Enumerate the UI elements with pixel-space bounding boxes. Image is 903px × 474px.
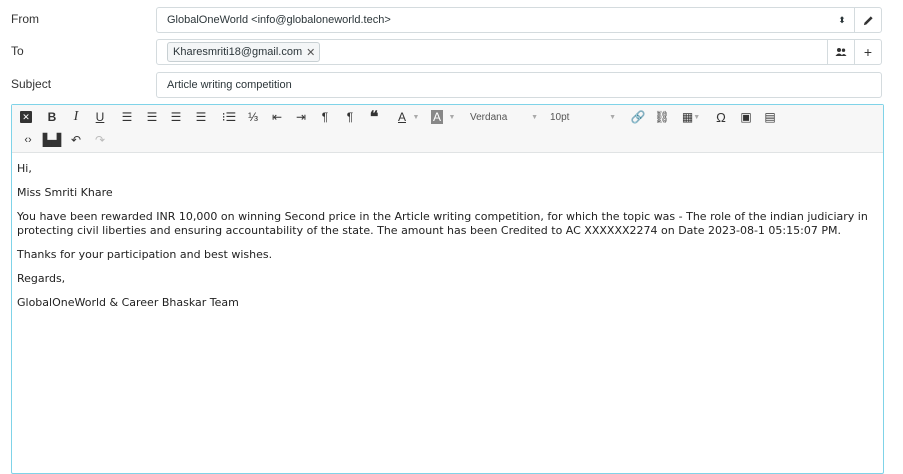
contacts-icon bbox=[835, 48, 847, 56]
source-code-button[interactable]: ‹› bbox=[20, 130, 36, 150]
font-family-dropdown-icon: ▼ bbox=[531, 113, 538, 121]
image-icon: ▣ bbox=[740, 110, 752, 124]
recipient-chip[interactable]: Kharesmriti18@gmail.com ✕ bbox=[167, 42, 321, 62]
signature-line: GlobalOneWorld & Career Bhaskar Team bbox=[17, 296, 239, 309]
table-icon: ▦ bbox=[681, 110, 694, 124]
address-book-button[interactable] bbox=[827, 40, 854, 64]
regards-line: Regards, bbox=[17, 272, 66, 285]
text-color-dropdown-icon[interactable]: ▼ bbox=[412, 107, 420, 127]
message-editor[interactable]: ✕ B I U ☰ ☰ ☰ ☰ ⁝☰ ⅓ ⇤ ⇥ ¶ ¶ ❝ A ▼ A ▼ V… bbox=[11, 104, 884, 474]
select-arrows-icon[interactable]: ⬍ bbox=[830, 15, 854, 26]
rtl-paragraph-icon: ¶ bbox=[346, 110, 354, 124]
remove-link-button[interactable]: ⛓ bbox=[654, 107, 670, 127]
unlink-icon: ⛓ bbox=[654, 110, 670, 124]
recipient-email: Kharesmriti18@gmail.com bbox=[173, 46, 303, 58]
toggle-editor-button[interactable]: ✕ bbox=[18, 107, 34, 127]
link-icon: 🔗 bbox=[630, 110, 646, 124]
italic-button[interactable]: I bbox=[68, 107, 84, 127]
remove-recipient-icon[interactable]: ✕ bbox=[306, 46, 315, 59]
align-center-icon: ☰ bbox=[146, 110, 158, 124]
undo-button[interactable]: ↶ bbox=[68, 130, 84, 150]
from-select[interactable]: GlobalOneWorld <info@globaloneworld.tech… bbox=[156, 7, 882, 33]
find-replace-button[interactable]: ▙▟ bbox=[42, 130, 62, 150]
table-button[interactable]: ▦ ▼ bbox=[679, 107, 703, 127]
message-paragraph: You have been rewarded INR 10,000 on win… bbox=[17, 210, 868, 237]
undo-icon: ↶ bbox=[70, 133, 82, 147]
align-center-button[interactable]: ☰ bbox=[144, 107, 160, 127]
align-left-button[interactable]: ☰ bbox=[119, 107, 135, 127]
align-left-icon: ☰ bbox=[121, 110, 133, 124]
from-label: From bbox=[11, 12, 39, 26]
media-icon: ▤ bbox=[764, 110, 776, 124]
code-icon: ‹› bbox=[24, 134, 32, 146]
font-family-value: Verdana bbox=[470, 111, 508, 123]
ltr-paragraph-icon: ¶ bbox=[321, 110, 329, 124]
blockquote-button[interactable]: ❝ bbox=[366, 107, 382, 127]
table-dropdown-icon: ▼ bbox=[693, 113, 701, 121]
redo-icon: ↷ bbox=[94, 133, 106, 147]
subject-label: Subject bbox=[11, 77, 52, 91]
insert-image-button[interactable]: ▣ bbox=[738, 107, 754, 127]
subject-input[interactable]: Article writing competition bbox=[156, 72, 882, 98]
edit-identity-button[interactable] bbox=[854, 8, 881, 32]
outdent-button[interactable]: ⇤ bbox=[269, 107, 285, 127]
underline-button[interactable]: U bbox=[92, 107, 108, 127]
special-char-button[interactable]: Ω bbox=[713, 107, 729, 127]
background-color-dropdown-icon[interactable]: ▼ bbox=[448, 107, 456, 127]
insert-link-button[interactable]: 🔗 bbox=[630, 107, 646, 127]
quote-icon: ❝ bbox=[369, 109, 379, 126]
text-color-button[interactable]: A bbox=[393, 107, 411, 127]
justify-button[interactable]: ☰ bbox=[193, 107, 209, 127]
numbered-list-icon: ⅓ bbox=[247, 110, 258, 124]
background-color-button[interactable]: A bbox=[428, 107, 446, 127]
greeting-line: Hi, bbox=[17, 162, 32, 175]
subject-value: Article writing competition bbox=[167, 79, 292, 91]
rtl-button[interactable]: ¶ bbox=[342, 107, 358, 127]
to-field[interactable]: Kharesmriti18@gmail.com ✕ + bbox=[156, 39, 882, 65]
binoculars-icon: ▙▟ bbox=[42, 133, 62, 147]
from-value: GlobalOneWorld <info@globaloneworld.tech… bbox=[167, 14, 391, 26]
editor-content[interactable]: Hi, Miss Smriti Khare You have been rewa… bbox=[12, 153, 883, 310]
align-right-button[interactable]: ☰ bbox=[168, 107, 184, 127]
font-size-select[interactable]: 10pt ▼ bbox=[550, 107, 618, 127]
font-size-dropdown-icon: ▼ bbox=[609, 113, 616, 121]
ltr-button[interactable]: ¶ bbox=[317, 107, 333, 127]
to-label: To bbox=[11, 44, 24, 58]
thanks-line: Thanks for your participation and best w… bbox=[17, 248, 273, 261]
bold-button[interactable]: B bbox=[44, 107, 60, 127]
redo-button[interactable]: ↷ bbox=[92, 130, 108, 150]
add-recipient-button[interactable]: + bbox=[854, 40, 881, 64]
recipient-name-line: Miss Smriti Khare bbox=[17, 186, 113, 199]
indent-icon: ⇥ bbox=[295, 110, 307, 124]
font-family-select[interactable]: Verdana ▼ bbox=[470, 107, 540, 127]
background-color-icon: A bbox=[430, 110, 443, 124]
bullet-list-icon: ⁝☰ bbox=[221, 110, 237, 124]
font-size-value: 10pt bbox=[550, 111, 570, 123]
text-color-icon: A bbox=[397, 110, 406, 124]
indent-button[interactable]: ⇥ bbox=[293, 107, 309, 127]
insert-media-button[interactable]: ▤ bbox=[762, 107, 778, 127]
align-right-icon: ☰ bbox=[170, 110, 182, 124]
close-box-icon: ✕ bbox=[20, 111, 32, 123]
editor-toolbar: ✕ B I U ☰ ☰ ☰ ☰ ⁝☰ ⅓ ⇤ ⇥ ¶ ¶ ❝ A ▼ A ▼ V… bbox=[12, 105, 883, 153]
pencil-icon bbox=[863, 15, 873, 25]
omega-icon: Ω bbox=[716, 109, 726, 125]
justify-icon: ☰ bbox=[195, 110, 207, 124]
bullet-list-button[interactable]: ⁝☰ bbox=[221, 107, 237, 127]
numbered-list-button[interactable]: ⅓ bbox=[245, 107, 261, 127]
outdent-icon: ⇤ bbox=[271, 110, 283, 124]
